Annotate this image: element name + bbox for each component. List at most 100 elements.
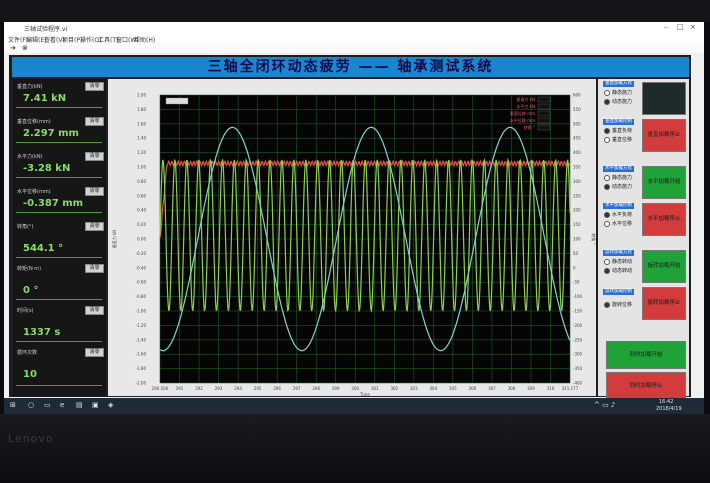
- y-tick-right-label: 350: [573, 165, 581, 170]
- y-tick-right-label: -100: [573, 294, 583, 299]
- radio-dot: [604, 267, 610, 274]
- banner-title: 三轴全闭环动态疲劳 —— 轴承测试系统: [12, 57, 689, 77]
- zero-button[interactable]: 清零: [85, 222, 104, 231]
- radio-label: 垂直负荷: [612, 128, 633, 134]
- radio-option[interactable]: 旋转位移: [604, 301, 632, 308]
- x-tick-label: 303: [410, 386, 418, 391]
- radio-label: 动态转动: [612, 268, 633, 274]
- readout-value: 2.297 mm: [23, 128, 79, 139]
- radio-label: 静态转动: [612, 259, 633, 265]
- title-bar: 三轴试验程序.vi – □ ×: [4, 22, 704, 33]
- radio-label: 水平负荷: [612, 212, 633, 218]
- zero-button[interactable]: 清零: [85, 264, 104, 273]
- radio-option[interactable]: 垂直位移: [604, 136, 632, 143]
- y-tick-left-label: 1.40: [137, 136, 146, 141]
- vertical-load-stop-button[interactable]: 垂直加载停止: [642, 119, 686, 152]
- readout-value: 7.41 kN: [23, 93, 67, 104]
- monitor-bezel-top: [0, 0, 710, 22]
- group-tag: 旋转加载方式: [603, 250, 634, 256]
- run-icon[interactable]: ➔: [10, 44, 16, 52]
- app-icon[interactable]: ◈: [108, 401, 113, 409]
- radio-dot: [604, 301, 610, 308]
- minimize-icon[interactable]: –: [664, 23, 668, 31]
- radio-option[interactable]: 静态转动: [604, 258, 632, 265]
- y-tick-right-label: 300: [573, 179, 581, 184]
- radio-label: 静态施力: [612, 90, 633, 96]
- legend-swatch: [537, 96, 551, 103]
- y-tick-right-label: 0: [573, 265, 576, 270]
- radio-option[interactable]: 水平位移: [604, 220, 632, 227]
- radio-option[interactable]: 静态施力: [604, 174, 632, 181]
- y-tick-left-label: -1.00: [136, 309, 147, 314]
- rotation-load-start-button[interactable]: 旋转加载开始: [642, 250, 686, 283]
- rotation-load-stop-button[interactable]: 旋转加载停止: [642, 287, 686, 320]
- radio-option[interactable]: 水平负荷: [604, 211, 632, 218]
- y-tick-right-label: 600: [573, 93, 581, 98]
- zero-button[interactable]: 清零: [85, 82, 104, 91]
- readout-label: 时间(s): [17, 308, 34, 314]
- tray-icons[interactable]: ^ ▭ ♪: [594, 401, 615, 409]
- zero-button[interactable]: 清零: [85, 348, 104, 357]
- legend-swatch: [537, 124, 551, 131]
- zero-button[interactable]: 清零: [85, 187, 104, 196]
- y-tick-left-label: -0.40: [136, 265, 147, 270]
- radio-option[interactable]: 静态施力: [604, 89, 632, 96]
- radio-dot: [604, 220, 610, 227]
- y-tick-left-label: 0.80: [137, 179, 146, 184]
- radio-dot: [604, 258, 610, 265]
- radio-dot: [604, 127, 610, 134]
- group-tag: 水平加载控制: [603, 203, 634, 209]
- store-icon[interactable]: ▣: [92, 401, 99, 409]
- menu-bar: 文件(F) 编辑(E) 查看(V) 项目(P) 操作(O) 工具(T) 窗口(W…: [4, 33, 704, 44]
- readout-label: 水平力(kN): [17, 154, 43, 160]
- readout-label: 转角(°): [17, 224, 34, 230]
- x-axis-label: Time: [359, 392, 370, 396]
- y-tick-right-label: 250: [573, 193, 581, 198]
- y-tick-right-label: 550: [573, 107, 581, 112]
- maximize-icon[interactable]: □: [677, 23, 684, 31]
- y-tick-left-label: -1.60: [136, 352, 147, 357]
- y-tick-left-label: 0.60: [137, 193, 146, 198]
- y-tick-left-label: -2.00: [136, 381, 147, 386]
- y-tick-left-label: 0.00: [137, 237, 146, 242]
- radio-dot: [604, 136, 610, 143]
- waveform-chart-svg[interactable]: 2.00 6001.80 5501.60 5001.40 4501.20 4001.00 3…: [108, 79, 597, 398]
- start-icon[interactable]: ⊞: [10, 401, 16, 409]
- x-tick-label: 291: [176, 386, 184, 391]
- group-tag: 垂直加载方式: [603, 81, 634, 87]
- legend-entry-label: 水平位移 mm: [510, 117, 535, 123]
- task-view-icon[interactable]: ▭: [44, 401, 51, 409]
- x-tick-label: 293: [215, 386, 223, 391]
- waveform-chart[interactable]: 2.00 600 1.80 550 1.60 500 1.40 450 1.20 400 1.00 3…: [108, 79, 597, 398]
- group-tag: 水平加载方式: [603, 166, 634, 172]
- close-icon[interactable]: ×: [690, 23, 696, 31]
- y-tick-right-label: 150: [573, 222, 581, 227]
- simultaneous-load-start-button[interactable]: 同时加载开始: [606, 341, 686, 369]
- readout-underline: [16, 385, 102, 386]
- radio-option[interactable]: 动态转动: [604, 267, 632, 274]
- y-tick-left-label: 2.00: [137, 93, 146, 98]
- browser-icon[interactable]: e: [60, 401, 64, 409]
- radio-option[interactable]: 垂直负荷: [604, 127, 632, 134]
- zero-button[interactable]: 清零: [85, 306, 104, 315]
- clock-time[interactable]: 16:42: [659, 399, 673, 405]
- radio-option[interactable]: 动态施力: [604, 183, 632, 190]
- zero-button[interactable]: 清零: [85, 117, 104, 126]
- abort-icon[interactable]: ⊗: [22, 44, 28, 52]
- search-icon[interactable]: ○: [28, 401, 34, 409]
- clock-date[interactable]: 2018/4/19: [656, 406, 682, 412]
- y-tick-left-label: 1.20: [137, 150, 146, 155]
- horizontal-load-stop-button[interactable]: 水平加载停止: [642, 203, 686, 236]
- horizontal-load-start-button[interactable]: 水平加载开始: [642, 166, 686, 199]
- x-tick-label: 300: [351, 386, 359, 391]
- radio-option[interactable]: 动态施力: [604, 98, 632, 105]
- simultaneous-load-stop-button[interactable]: 同时加载停止: [606, 372, 686, 400]
- y-tick-right-label: -200: [573, 323, 583, 328]
- readout-value: 0 °: [23, 285, 39, 296]
- left-readout-panel: 垂直力(kN) 清零 7.41 kN 垂直位移(mm) 清零 2.297 mm …: [13, 79, 106, 396]
- zero-button[interactable]: 清零: [85, 152, 104, 161]
- vertical-load-start-button[interactable]: [642, 82, 686, 115]
- y-tick-right-label: 400: [573, 150, 581, 155]
- folder-icon[interactable]: ▤: [76, 401, 83, 409]
- y-tick-right-label: -400: [573, 381, 583, 386]
